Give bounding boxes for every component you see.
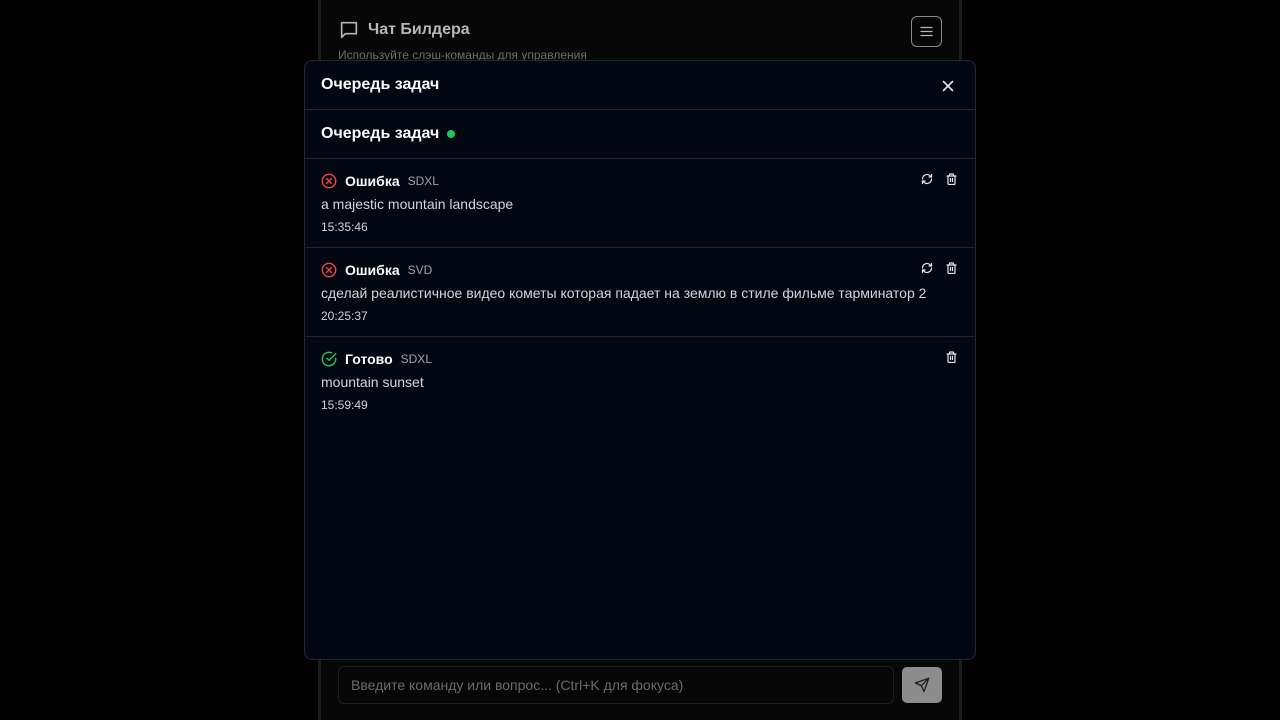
- send-icon: [914, 677, 930, 693]
- chat-title: Чат Билдера: [368, 21, 470, 38]
- task-queue-modal: Очередь задач Очередь задач Ошибка SDXL …: [304, 60, 976, 660]
- x-circle-icon: [321, 262, 337, 278]
- check-circle-icon: [321, 351, 337, 367]
- job-actions: [921, 173, 957, 185]
- close-button[interactable]: [939, 77, 957, 95]
- job-prompt: сделай реалистичное видео кометы которая…: [321, 285, 927, 301]
- job-item: Готово SDXL mountain sunset 15:59:49: [305, 337, 975, 426]
- modal-header: Очередь задач: [305, 61, 975, 110]
- job-status: Ошибка: [345, 262, 400, 278]
- chat-header: Чат Билдера Используйте слэш-команды для…: [338, 16, 942, 66]
- retry-button[interactable]: [921, 173, 933, 185]
- trash-icon: [945, 173, 957, 185]
- job-actions: [945, 351, 957, 363]
- queue-header: Очередь задач: [305, 110, 975, 159]
- trash-icon: [945, 262, 957, 274]
- job-item: Ошибка SDXL a majestic mountain landscap…: [305, 159, 975, 248]
- delete-button[interactable]: [945, 351, 957, 363]
- command-input[interactable]: [338, 666, 894, 704]
- job-prompt: mountain sunset: [321, 374, 424, 390]
- job-model: SDXL: [407, 174, 439, 188]
- job-status: Готово: [345, 351, 393, 367]
- job-time: 20:25:37: [321, 309, 368, 323]
- chat-bubble-icon: [338, 19, 360, 41]
- trash-icon: [945, 351, 957, 363]
- connection-status-dot: [447, 130, 456, 138]
- chat-composer: [338, 666, 942, 704]
- menu-button[interactable]: [911, 16, 942, 47]
- x-circle-icon: [321, 173, 337, 189]
- job-item: Ошибка SVD сделай реалистичное видео ком…: [305, 248, 975, 337]
- close-icon: [942, 80, 954, 92]
- retry-icon: [921, 262, 933, 274]
- send-button[interactable]: [902, 667, 942, 703]
- delete-button[interactable]: [945, 173, 957, 185]
- queue-title: Очередь задач: [321, 125, 440, 142]
- job-actions: [921, 262, 957, 274]
- job-model: SDXL: [400, 352, 432, 366]
- menu-icon: [920, 26, 933, 37]
- job-status: Ошибка: [345, 173, 400, 189]
- retry-button[interactable]: [921, 262, 933, 274]
- retry-icon: [921, 173, 933, 185]
- delete-button[interactable]: [945, 262, 957, 274]
- modal-title: Очередь задач: [321, 76, 440, 93]
- job-time: 15:59:49: [321, 398, 368, 412]
- job-time: 15:35:46: [321, 220, 368, 234]
- job-prompt: a majestic mountain landscape: [321, 196, 514, 212]
- job-model: SVD: [407, 263, 433, 277]
